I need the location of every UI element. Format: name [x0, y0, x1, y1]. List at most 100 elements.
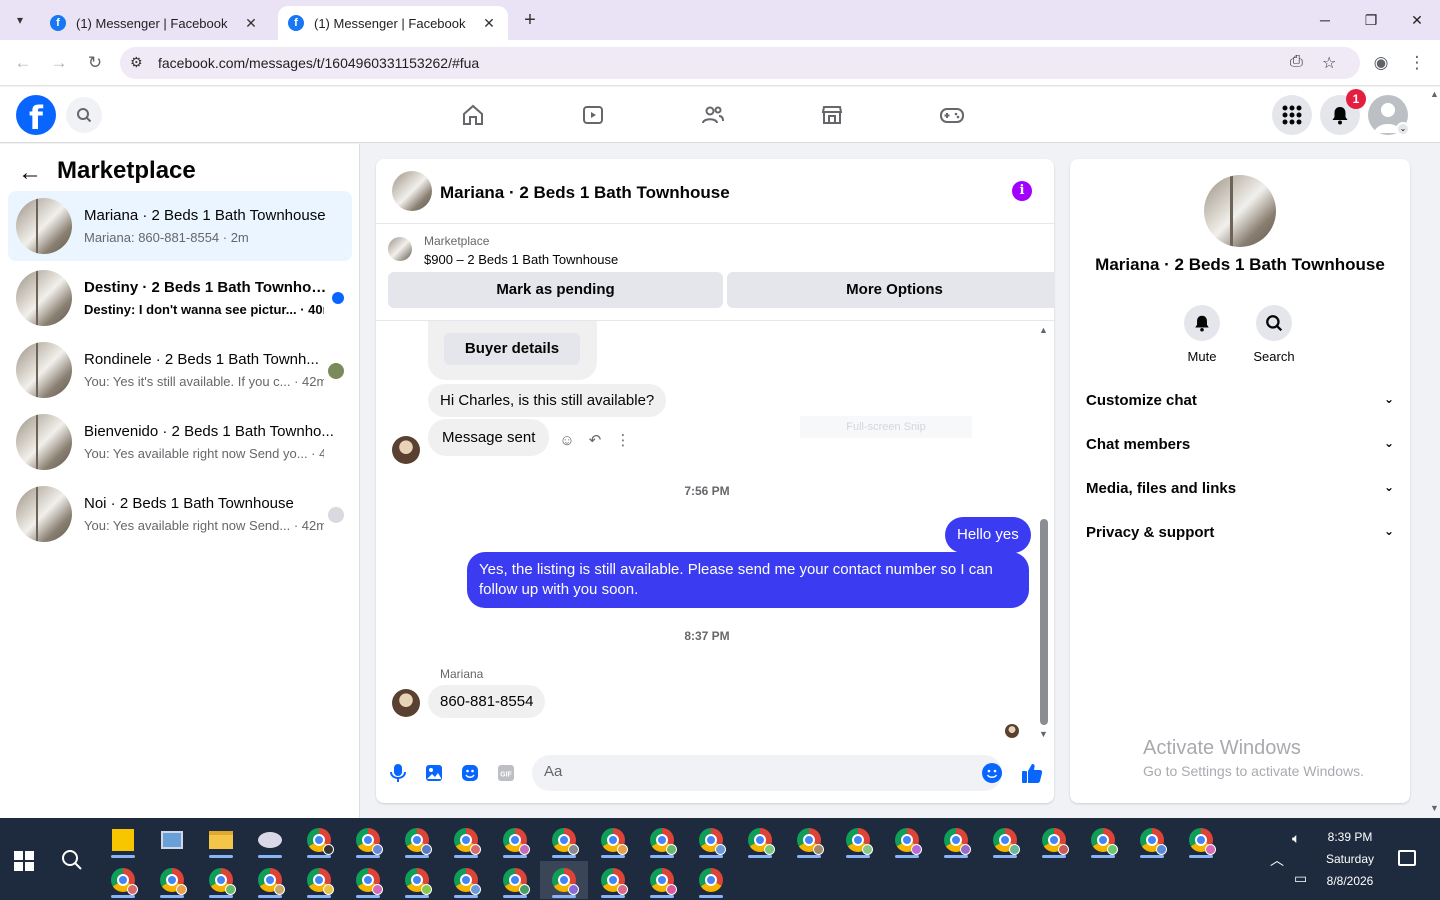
chrome-icon[interactable]	[642, 821, 682, 859]
search-chat-button[interactable]: Search	[1244, 305, 1304, 364]
minimize-button[interactable]: ─	[1302, 8, 1348, 32]
scroll-down-icon[interactable]: ▼	[1430, 803, 1439, 813]
maximize-button[interactable]: ❐	[1348, 8, 1394, 32]
chrome-icon[interactable]	[789, 821, 829, 859]
computer-app-icon[interactable]	[152, 821, 192, 859]
gif-icon[interactable]: GIF	[496, 763, 516, 783]
conversation-item-bienvenido[interactable]: Bienvenido · 2 Beds 1 Bath Townho... You…	[8, 407, 352, 477]
chrome-icon[interactable]	[642, 861, 682, 899]
chrome-icon[interactable]	[1083, 821, 1123, 859]
forward-button[interactable]: →	[47, 51, 71, 75]
chrome-icon[interactable]	[691, 861, 731, 899]
network-icon[interactable]: ▭	[1294, 870, 1307, 887]
show-hidden-icons-chevron-icon[interactable]: ︿	[1270, 850, 1284, 870]
emoji-icon[interactable]	[982, 763, 1002, 783]
reload-button[interactable]: ↻	[83, 51, 107, 75]
chat-members-section[interactable]: Chat members ⌄	[1086, 436, 1394, 464]
info-icon[interactable]: i	[1012, 181, 1032, 201]
sticker-icon[interactable]	[460, 763, 480, 783]
reply-icon[interactable]: ↶	[584, 429, 606, 451]
chrome-icon[interactable]	[397, 821, 437, 859]
site-settings-icon[interactable]: ⚙	[130, 54, 143, 71]
chat-title[interactable]: Mariana · 2 Beds 1 Bath Townhouse	[440, 183, 730, 203]
chrome-icon[interactable]	[348, 861, 388, 899]
emoji-react-icon[interactable]: ☺	[556, 429, 578, 451]
menu-grid-button[interactable]	[1272, 95, 1312, 135]
microphone-icon[interactable]	[388, 763, 408, 783]
browser-tab-2-active[interactable]: f (1) Messenger | Facebook ✕	[278, 6, 508, 40]
tab-close-icon[interactable]: ✕	[480, 15, 498, 32]
file-explorer-icon[interactable]	[201, 821, 241, 859]
sticky-notes-icon[interactable]	[103, 821, 143, 859]
mark-as-pending-button[interactable]: Mark as pending	[388, 272, 723, 308]
customize-chat-section[interactable]: Customize chat ⌄	[1086, 392, 1394, 420]
chrome-icon[interactable]	[348, 821, 388, 859]
chrome-icon[interactable]	[887, 821, 927, 859]
photo-icon[interactable]	[424, 763, 444, 783]
home-icon[interactable]	[459, 101, 487, 129]
chrome-icon[interactable]	[936, 821, 976, 859]
back-button[interactable]: ←	[11, 51, 35, 75]
scroll-up-icon[interactable]: ▲	[1430, 89, 1439, 99]
facebook-search-button[interactable]	[66, 97, 102, 133]
chevron-down-icon[interactable]: ⌄	[1396, 122, 1410, 136]
chrome-icon[interactable]	[838, 821, 878, 859]
close-window-button[interactable]: ✕	[1394, 8, 1440, 32]
bookmark-star-icon[interactable]: ☆	[1322, 53, 1336, 73]
conversation-item-noi[interactable]: Noi · 2 Beds 1 Bath Townhouse You: Yes a…	[8, 479, 352, 549]
windows-start-icon[interactable]	[14, 851, 34, 871]
message-input[interactable]	[544, 763, 964, 780]
conversation-item-destiny[interactable]: Destiny · 2 Beds 1 Bath Townhouse Destin…	[8, 263, 352, 333]
chrome-icon[interactable]	[201, 861, 241, 899]
chrome-icon[interactable]	[250, 861, 290, 899]
install-app-icon[interactable]: ⎙	[1290, 53, 1303, 71]
chrome-icon[interactable]	[299, 821, 339, 859]
chrome-icon[interactable]	[1034, 821, 1074, 859]
chrome-icon[interactable]	[593, 821, 633, 859]
chrome-icon[interactable]	[495, 861, 535, 899]
chrome-icon[interactable]	[544, 821, 584, 859]
taskbar-search-icon[interactable]	[60, 848, 84, 877]
clock-time[interactable]: 8:39 PM	[1320, 830, 1380, 844]
listing-price-title[interactable]: $900 – 2 Beds 1 Bath Townhouse	[424, 252, 618, 267]
chrome-icon-active[interactable]	[540, 861, 588, 899]
chrome-icon[interactable]	[740, 821, 780, 859]
friends-icon[interactable]	[699, 101, 727, 129]
chrome-icon[interactable]	[397, 861, 437, 899]
listing-thumbnail[interactable]	[388, 237, 412, 261]
omnibox[interactable]: ⚙ facebook.com/messages/t/16049603311532…	[120, 47, 1360, 79]
clock-date[interactable]: 8/8/2026	[1320, 874, 1380, 888]
chrome-icon[interactable]	[152, 861, 192, 899]
chrome-icon[interactable]	[446, 861, 486, 899]
conversation-item-rondinele[interactable]: Rondinele · 2 Beds 1 Bath Townh... You: …	[8, 335, 352, 405]
profile-icon[interactable]: ◉	[1369, 51, 1393, 75]
chrome-icon[interactable]	[495, 821, 535, 859]
page-scrollbar[interactable]: ▲ ▼	[1428, 87, 1440, 818]
privacy-support-section[interactable]: Privacy & support ⌄	[1086, 524, 1394, 552]
chrome-icon[interactable]	[299, 861, 339, 899]
like-thumb-icon[interactable]	[1020, 761, 1044, 785]
marketplace-icon[interactable]	[818, 101, 846, 129]
conversation-item-mariana[interactable]: Mariana · 2 Beds 1 Bath Townhouse Marian…	[8, 191, 352, 261]
chat-avatar[interactable]	[392, 171, 432, 211]
chrome-icon[interactable]	[1132, 821, 1172, 859]
chrome-icon[interactable]	[103, 861, 143, 899]
more-options-button[interactable]: More Options	[727, 272, 1054, 308]
new-tab-button[interactable]: +	[518, 9, 542, 33]
paint-app-icon[interactable]	[250, 821, 290, 859]
scroll-down-icon[interactable]: ▼	[1039, 729, 1048, 739]
back-arrow-icon[interactable]: ←	[18, 159, 42, 187]
buyer-details-button[interactable]: Buyer details	[444, 333, 580, 365]
chrome-icon[interactable]	[446, 821, 486, 859]
url-text[interactable]: facebook.com/messages/t/1604960331153262…	[158, 55, 479, 71]
chrome-icon[interactable]	[1181, 821, 1221, 859]
scroll-up-icon[interactable]: ▲	[1039, 325, 1048, 335]
more-actions-icon[interactable]: ⋮	[612, 429, 634, 451]
chrome-icon[interactable]	[691, 821, 731, 859]
clock-day[interactable]: Saturday	[1320, 852, 1380, 866]
browser-menu-icon[interactable]: ⋮	[1405, 51, 1429, 75]
speaker-icon[interactable]: 🔈︎	[1292, 830, 1300, 847]
browser-tab-1[interactable]: f (1) Messenger | Facebook ✕	[40, 6, 270, 40]
gaming-icon[interactable]	[938, 101, 966, 129]
chat-scrollbar[interactable]	[1040, 519, 1048, 725]
